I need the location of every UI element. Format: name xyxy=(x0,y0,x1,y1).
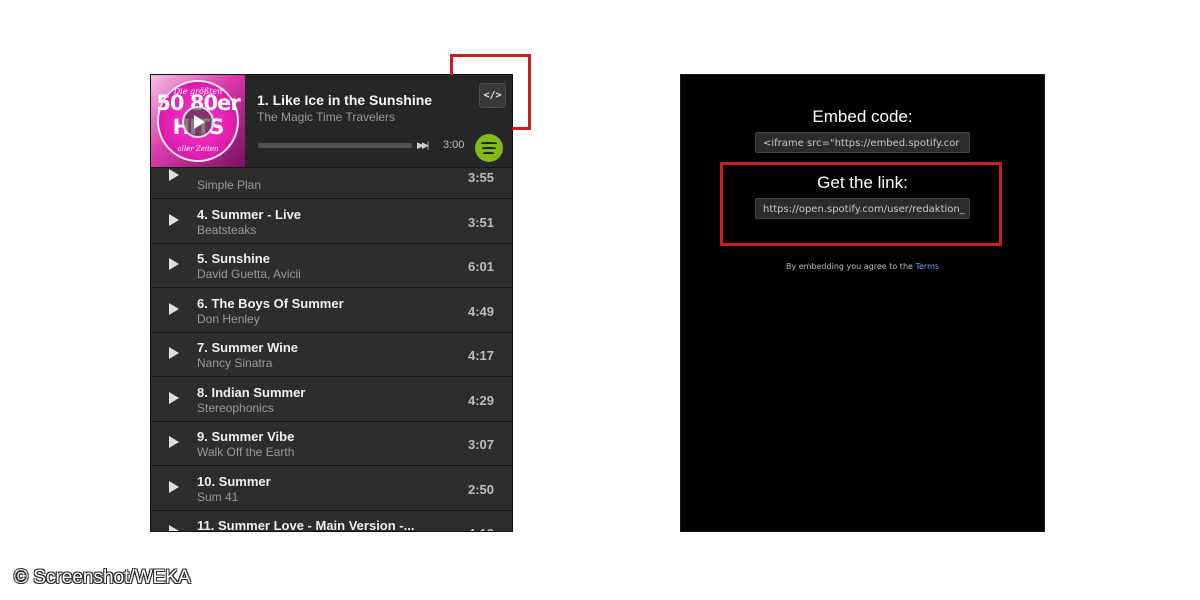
progress-bar[interactable] xyxy=(258,143,412,148)
track-row[interactable]: 5. Sunshine David Guetta, Avicii 6:01 xyxy=(151,244,512,288)
play-icon[interactable] xyxy=(169,391,179,404)
track-duration: 3:55 xyxy=(467,170,494,185)
track-duration: 4:29 xyxy=(467,392,494,408)
track-title: 7. Summer Wine xyxy=(197,340,299,355)
track-row[interactable]: 10. Summer Sum 41 2:50 xyxy=(151,466,512,511)
track-title: 9. Summer Vibe xyxy=(197,429,295,444)
track-title: 4. Summer - Live xyxy=(197,206,302,222)
embed-code-field[interactable]: <iframe src="https://embed.spotify.cor xyxy=(755,132,970,153)
track-artist: Don Henley xyxy=(197,311,260,326)
play-icon[interactable] xyxy=(169,525,179,531)
track-row[interactable]: 11. Summer Love - Main Version -... 4:13 xyxy=(151,511,512,532)
spotify-player-widget: Simple Plan 3:55 4. Summer - Live Beatsteak… xyxy=(150,74,513,532)
play-button[interactable] xyxy=(182,106,214,138)
spotify-logo-icon[interactable] xyxy=(475,134,503,162)
album-cover-bottom-text: aller Zeiten xyxy=(177,145,219,153)
terms-link[interactable]: Terms xyxy=(915,262,939,271)
track-row[interactable]: 8. Indian Summer Stereophonics 4:29 xyxy=(151,377,512,422)
track-artist: Stereophonics xyxy=(197,400,274,415)
now-playing-header: Die größten 50 80er HITS aller Zeiten 1.… xyxy=(151,75,512,168)
track-artist: Beatsteaks xyxy=(197,222,257,237)
play-icon[interactable] xyxy=(169,436,179,448)
track-duration: 2:50 xyxy=(467,481,494,497)
play-icon xyxy=(194,115,205,129)
terms-prefix: By embedding you agree to the xyxy=(785,262,916,271)
play-icon[interactable] xyxy=(169,169,179,181)
track-duration: 3:51 xyxy=(467,214,494,230)
play-icon[interactable] xyxy=(169,213,179,226)
track-artist: Walk Off the Earth xyxy=(197,445,295,459)
embed-dialog: Embed code: <iframe src="https://embed.s… xyxy=(680,74,1045,532)
play-icon[interactable] xyxy=(169,258,179,270)
now-playing-time: 3:00 xyxy=(443,139,465,151)
track-title: 6. The Boys Of Summer xyxy=(197,295,344,311)
embed-code-heading: Embed code: xyxy=(812,107,913,126)
track-duration: 3:07 xyxy=(467,437,494,452)
play-icon[interactable] xyxy=(169,347,179,359)
track-row[interactable]: 4. Summer - Live Beatsteaks 3:51 xyxy=(151,199,512,244)
track-title: 5. Sunshine xyxy=(197,251,270,266)
album-cover: Die größten 50 80er HITS aller Zeiten xyxy=(151,75,245,167)
track-row[interactable]: 6. The Boys Of Summer Don Henley 4:49 xyxy=(151,288,512,333)
play-icon[interactable] xyxy=(169,302,179,315)
skip-forward-icon[interactable]: ▶▶| xyxy=(417,140,429,151)
play-icon[interactable] xyxy=(169,480,179,493)
track-row[interactable]: 7. Summer Wine Nancy Sinatra 4:17 xyxy=(151,333,512,377)
track-duration: 4:49 xyxy=(467,303,494,319)
track-title: 11. Summer Love - Main Version -... xyxy=(197,518,415,532)
track-artist: Simple Plan xyxy=(197,178,262,192)
track-title: 10. Summer xyxy=(197,473,271,489)
track-duration: 6:01 xyxy=(467,259,494,274)
now-playing-artist: The Magic Time Travelers xyxy=(257,110,396,124)
screenshot-credit: © Screenshot/WEKA xyxy=(14,567,191,588)
terms-notice: By embedding you agree to the Terms xyxy=(681,262,1044,271)
track-duration: 4:13 xyxy=(468,526,494,531)
track-artist: Nancy Sinatra xyxy=(197,356,273,370)
now-playing-title: 1. Like Ice in the Sunshine xyxy=(257,92,433,108)
track-row[interactable]: 9. Summer Vibe Walk Off the Earth 3:07 xyxy=(151,422,512,466)
track-artist: Sum 41 xyxy=(197,489,239,504)
link-field-highlight xyxy=(720,162,1002,246)
track-artist: David Guetta, Avicii xyxy=(197,267,301,281)
track-title: 8. Indian Summer xyxy=(197,384,306,400)
embed-code-button[interactable]: </> xyxy=(479,83,506,108)
track-duration: 4:17 xyxy=(467,348,494,363)
